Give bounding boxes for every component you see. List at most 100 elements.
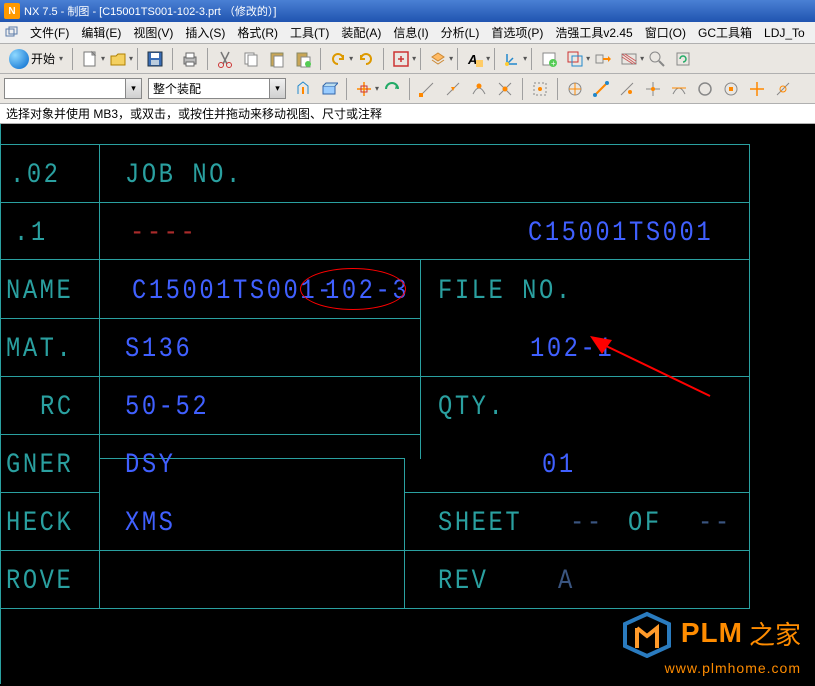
- new-icon[interactable]: [78, 47, 102, 71]
- assembly-combo[interactable]: 整个装配 ▾: [148, 78, 286, 99]
- app-icon: N: [4, 3, 20, 19]
- sheet-new-icon[interactable]: +: [537, 47, 561, 71]
- paste-special-icon[interactable]: [291, 47, 315, 71]
- menu-assembly[interactable]: 装配(A): [335, 22, 387, 43]
- cell-rc-value: 50-52: [125, 392, 209, 423]
- snap-circle-icon[interactable]: [693, 77, 717, 101]
- fit-icon[interactable]: [389, 47, 413, 71]
- separator: [409, 78, 410, 100]
- grid-line: [0, 492, 100, 493]
- undo-icon[interactable]: [326, 47, 350, 71]
- chevron-down-icon[interactable]: ▾: [523, 54, 527, 63]
- snap-cursor-icon[interactable]: [745, 77, 769, 101]
- menu-bar: 文件(F) 编辑(E) 视图(V) 插入(S) 格式(R) 工具(T) 装配(A…: [0, 22, 815, 44]
- snap-existing-icon[interactable]: [641, 77, 665, 101]
- menu-gc-toolbox[interactable]: GC工具箱: [692, 22, 758, 43]
- chevron-down-icon[interactable]: ▾: [125, 79, 141, 98]
- wcs-icon[interactable]: [500, 47, 524, 71]
- separator: [172, 48, 173, 70]
- separator: [494, 48, 495, 70]
- save-icon[interactable]: [143, 47, 167, 71]
- menu-info[interactable]: 信息(I): [387, 22, 434, 43]
- chevron-down-icon[interactable]: ▾: [586, 54, 590, 63]
- chevron-down-icon: ▾: [59, 54, 63, 63]
- cell-sheet-label: SHEET: [438, 508, 522, 539]
- snap-control-icon[interactable]: [467, 77, 491, 101]
- snap-tangent-icon[interactable]: [615, 77, 639, 101]
- menu-analysis[interactable]: 分析(L): [435, 22, 486, 43]
- chevron-down-icon[interactable]: ▾: [449, 54, 453, 63]
- menu-haoqiang[interactable]: 浩强工具v2.45: [549, 22, 638, 43]
- chevron-down-icon[interactable]: ▾: [129, 54, 133, 63]
- cell-mat-value: S136: [125, 334, 192, 365]
- redo-icon[interactable]: [354, 47, 378, 71]
- open-icon[interactable]: [106, 47, 130, 71]
- cut-icon[interactable]: [213, 47, 237, 71]
- chevron-down-icon[interactable]: ▾: [412, 54, 416, 63]
- cell-sheet-tot: --: [698, 508, 732, 539]
- snap-enable-icon[interactable]: [380, 77, 404, 101]
- drawing-canvas[interactable]: .02 JOB NO. .1 ---- C15001TS001 NAME C15…: [0, 124, 815, 686]
- globe-icon: [9, 49, 29, 69]
- menu-view[interactable]: 视图(V): [127, 22, 179, 43]
- view-add-icon[interactable]: [563, 47, 587, 71]
- title-text: NX 7.5 - 制图 - [C15001TS001-102-3.prt （修改…: [24, 3, 276, 19]
- watermark-url: www.plmhome.com: [619, 660, 801, 676]
- svg-text:+: +: [551, 59, 556, 68]
- text-style-icon[interactable]: A: [463, 47, 487, 71]
- projected-view-icon[interactable]: [591, 47, 615, 71]
- menu-prefs[interactable]: 首选项(P): [485, 22, 549, 43]
- select-up-icon[interactable]: [291, 77, 315, 101]
- chevron-down-icon[interactable]: ▾: [349, 54, 353, 63]
- snap-point-icon[interactable]: [352, 77, 376, 101]
- watermark-logo-icon: [619, 608, 675, 658]
- snap-end-icon[interactable]: [415, 77, 439, 101]
- detail-view-icon[interactable]: [645, 47, 669, 71]
- start-button[interactable]: 开始 ▾: [4, 47, 68, 71]
- cell-of-label: OF: [628, 508, 662, 539]
- separator: [137, 48, 138, 70]
- annotation-arrow: [590, 336, 730, 406]
- filter-combo[interactable]: ▾: [4, 78, 142, 99]
- grid-line: [0, 144, 750, 145]
- snap-arc-center-icon[interactable]: [563, 77, 587, 101]
- snap-quadrant-icon[interactable]: [589, 77, 613, 101]
- snap-pole-icon[interactable]: [771, 77, 795, 101]
- restore-window-icon[interactable]: [4, 25, 20, 41]
- menu-insert[interactable]: 插入(S): [179, 22, 231, 43]
- snap-perp-icon[interactable]: [719, 77, 743, 101]
- separator: [383, 48, 384, 70]
- chevron-down-icon[interactable]: ▾: [375, 84, 379, 93]
- copy-icon[interactable]: [239, 47, 263, 71]
- chevron-down-icon[interactable]: ▾: [640, 54, 644, 63]
- menu-window[interactable]: 窗口(O): [639, 22, 692, 43]
- snap-center-icon[interactable]: [528, 77, 552, 101]
- separator: [72, 48, 73, 70]
- layer-icon[interactable]: [426, 47, 450, 71]
- chevron-down-icon[interactable]: ▾: [486, 54, 490, 63]
- menu-format[interactable]: 格式(R): [231, 22, 284, 43]
- menu-edit[interactable]: 编辑(E): [75, 22, 127, 43]
- hint-bar: 选择对象并使用 MB3，或双击，或按住并拖动来移动视图、尺寸或注释: [0, 104, 815, 124]
- grid-line: [0, 434, 420, 435]
- snap-mid-icon[interactable]: [441, 77, 465, 101]
- snap-oncurve-icon[interactable]: [667, 77, 691, 101]
- print-icon[interactable]: [178, 47, 202, 71]
- cell-designer-label: GNER: [6, 450, 73, 481]
- section-view-icon[interactable]: [617, 47, 641, 71]
- cell-fileno-label: FILE NO.: [438, 276, 573, 307]
- watermark-zh: 之家: [749, 615, 801, 652]
- select-body-icon[interactable]: [317, 77, 341, 101]
- snap-intersect-icon[interactable]: [493, 77, 517, 101]
- menu-ldj[interactable]: LDJ_To: [758, 24, 811, 42]
- chevron-down-icon[interactable]: ▾: [269, 79, 285, 98]
- menu-tools[interactable]: 工具(T): [284, 22, 335, 43]
- separator: [346, 78, 347, 100]
- cell-qty-label: QTY.: [438, 392, 505, 423]
- grid-line: [0, 550, 750, 551]
- grid-line: [0, 318, 420, 319]
- chevron-down-icon[interactable]: ▾: [101, 54, 105, 63]
- paste-icon[interactable]: [265, 47, 289, 71]
- menu-file[interactable]: 文件(F): [24, 22, 75, 43]
- update-views-icon[interactable]: [671, 47, 695, 71]
